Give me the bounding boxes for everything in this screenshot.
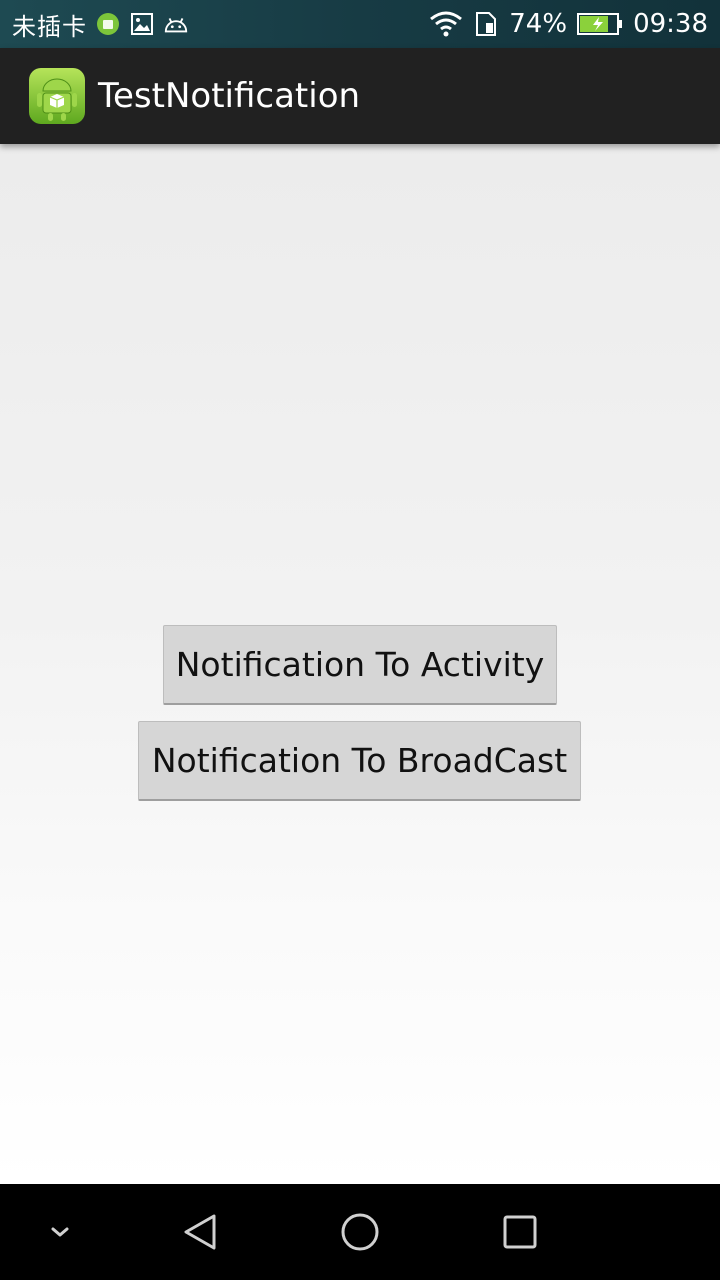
battery-charging-icon bbox=[577, 11, 623, 37]
home-icon[interactable] bbox=[340, 1212, 380, 1252]
app-notification-icon bbox=[95, 11, 121, 37]
recents-icon[interactable] bbox=[500, 1212, 540, 1252]
action-bar: TestNotification bbox=[0, 48, 720, 144]
wifi-icon bbox=[429, 11, 463, 37]
image-icon bbox=[129, 11, 155, 37]
notification-to-activity-button[interactable]: Notification To Activity bbox=[163, 625, 557, 705]
navigation-bar bbox=[0, 1184, 720, 1280]
app-title: TestNotification bbox=[98, 76, 361, 116]
clock: 09:38 bbox=[633, 9, 708, 39]
android-icon bbox=[163, 11, 189, 37]
android-app-icon bbox=[28, 67, 86, 125]
battery-percent: 74% bbox=[509, 9, 568, 39]
carrier-label: 未插卡 bbox=[12, 12, 87, 41]
notification-to-broadcast-button[interactable]: Notification To BroadCast bbox=[138, 721, 581, 801]
sim-icon bbox=[473, 11, 499, 37]
chevron-down-icon[interactable] bbox=[40, 1212, 80, 1252]
status-right: 74% 09:38 bbox=[429, 9, 708, 39]
status-bar: 未插卡 74% 09:38 bbox=[0, 0, 720, 48]
back-icon[interactable] bbox=[180, 1212, 220, 1252]
status-left: 未插卡 bbox=[12, 7, 189, 42]
main-content: Notification To Activity Notification To… bbox=[0, 144, 720, 1184]
